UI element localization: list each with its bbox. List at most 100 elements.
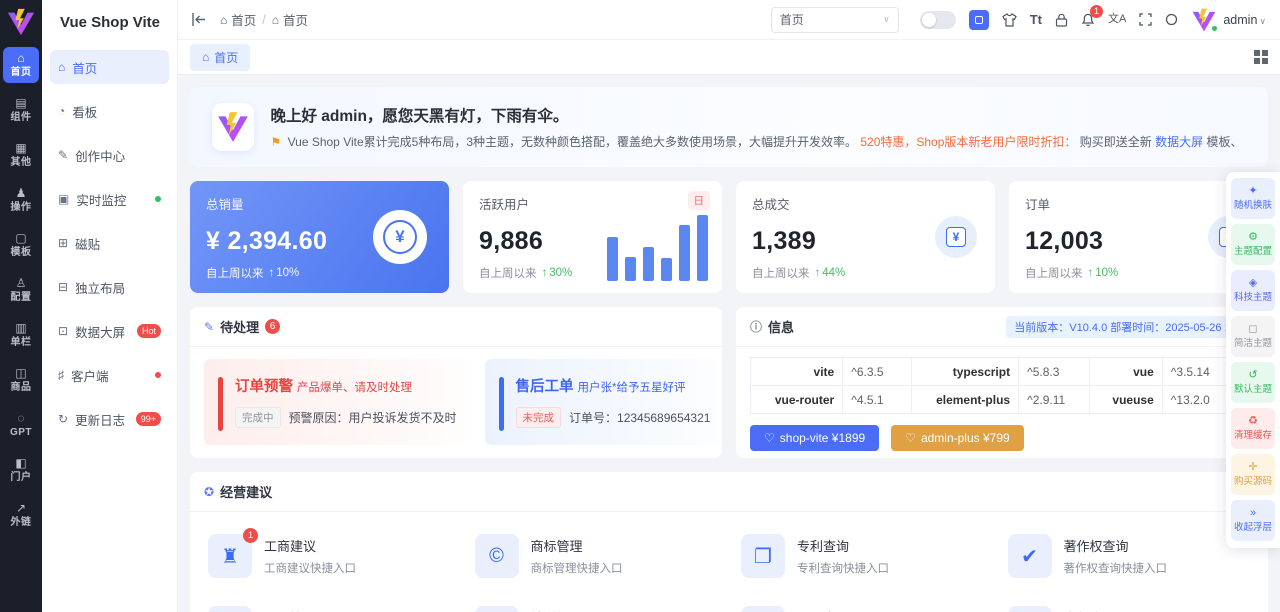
sidebar-item-client[interactable]: ♯ 客户端 [50,358,169,392]
simple-theme-button[interactable]: ◻ 简洁主题 [1231,316,1275,357]
suggestion-tax-reminder[interactable]: ❑ 纳税提醒纳税提醒快捷入口 [463,592,730,612]
rail-item-others[interactable]: ▦ 其他 [3,137,39,173]
sidebar-item-data-screen[interactable]: ⊡ 数据大屏 Hot [50,314,169,348]
buy-admin-plus-button[interactable]: ♡ admin-plus ¥799 [891,425,1024,451]
stat-card-total-sales[interactable]: 总销量 ¥ 2,394.60 自上周以来 ↑10% ¥ [190,181,449,293]
rail-item-portal[interactable]: ◧ 门户 [3,452,39,488]
tech-theme-button[interactable]: ◈ 科技主题 [1231,270,1275,311]
status-tag: 未完成 [516,407,562,428]
alert-color-bar [218,377,223,431]
green-dot-badge [155,196,161,202]
main-content: 晚上好 admin，愿您天黑有灯，下雨有伞。 ⚑ Vue Shop Vite累计… [178,75,1280,612]
rail-item-goods[interactable]: ◫ 商品 [3,362,39,398]
sidebar-item-tiles[interactable]: ⊞ 磁贴 [50,226,169,260]
dependency-table: vite ^6.3.5 typescript ^5.8.3 vue ^3.5.1… [750,357,1268,414]
sidebar-item-kanban[interactable]: ◔ 看板 [50,94,169,128]
info-icon: ⓘ [750,318,762,335]
suggestion-copyright-search[interactable]: ✔ 著作权查询著作权查询快捷入口 [996,520,1263,592]
chevron-down-icon: ∨ [1259,16,1266,26]
window-icon: ❐ [741,534,785,578]
fullscreen-icon[interactable] [1139,13,1152,26]
suggestion-patent-search[interactable]: ❐ 专利查询专利查询快捷入口 [729,520,996,592]
stat-card-active-users[interactable]: 活跃用户 日 9,886 自上周以来 ↑30% [463,181,722,293]
alert-color-bar [499,377,504,431]
alert-aftersale-ticket[interactable]: 售后工单用户张*给予五星好评 未完成 订单号：12345689654321 [485,359,722,445]
font-size-icon[interactable]: Tt [1030,13,1042,26]
theme-config-button[interactable]: ⚙ 主题配置 [1231,224,1275,265]
rail-item-components[interactable]: ▤ 组件 [3,92,39,128]
rail-item-actions[interactable]: ♟ 操作 [3,182,39,218]
rail-item-single-column[interactable]: ▥ 单栏 [3,317,39,353]
rail-item-home[interactable]: ⌂ 首页 [3,47,39,83]
translate-icon[interactable]: 文A [1108,14,1126,25]
sidebar-item-creation-center[interactable]: ✎ 创作中心 [50,138,169,172]
sidebar-item-realtime-monitor[interactable]: ▣ 实时监控 [50,182,169,216]
rail-item-config[interactable]: ♙ 配置 [3,272,39,308]
yuan-square-icon: ¥ [935,216,977,258]
clear-cache-button[interactable]: ♻ 清理缓存 [1231,408,1275,449]
breadcrumb-home[interactable]: ⌂ 首页 [220,10,256,29]
layout-icon: ⊟ [58,280,68,294]
config-icon: ♙ [16,277,27,290]
breadcrumb-current[interactable]: ⌂ 首页 [272,10,308,29]
single-column-icon: ▥ [15,322,26,335]
status-tag: 完成中 [235,407,281,428]
alert-order-warning[interactable]: 订单预警产品爆单、请及时处理 完成中 预警原因：用户投诉发货不及时 [204,359,471,445]
buy-source-button[interactable]: ✛ 购买源码 [1231,454,1275,495]
refresh-icon[interactable] [1165,13,1178,26]
home-icon: ⌂ [17,52,24,65]
color-check-icon [975,16,983,24]
external-link-icon: ↗ [16,502,26,515]
sidebar-item-home[interactable]: ⌂ 首页 [50,50,169,84]
version-badge: 当前版本：V10.4.0 部署时间：2025-05-26 16:2 [1006,316,1254,338]
buy-shop-vite-button[interactable]: ♡ shop-vite ¥1899 [750,425,879,451]
sidebar-collapse-button[interactable] [192,13,206,26]
user-menu[interactable]: admin∨ [1191,7,1266,33]
theme-color-swatch[interactable] [969,10,989,30]
data-screen-link[interactable]: 数据大屏 [1155,135,1203,149]
lock-icon[interactable] [1055,13,1068,27]
random-skin-button[interactable]: ✦ 随机换肤 [1231,178,1275,219]
changelog-icon: ↻ [58,412,68,426]
suggestion-violation-search[interactable]: ☹ 违规查询违规查询快捷入口 [729,592,996,612]
chat-icon: ❑ [475,606,519,612]
stat-card-total-deals[interactable]: 总成交 1,389 自上周以来 ↑44% ¥ [736,181,995,293]
notification-bell-icon[interactable]: 1 [1081,12,1095,27]
collapse-panel-button[interactable]: » 收起浮层 [1231,500,1275,541]
portal-icon: ◧ [15,457,26,470]
rail-item-external-link[interactable]: ↗ 外链 [3,497,39,533]
party-flag-icon: ⚑ [270,135,281,149]
sidebar-menu: ⌂ 首页 ◔ 看板 ✎ 创作中心 ▣ 实时监控 ⊞ 磁贴 ⊟ 独立 [42,44,177,452]
menu-search-select[interactable]: 首页 ∨ [771,7,899,33]
diamond-icon: ◈ [208,606,252,612]
sidebar-item-standalone-layout[interactable]: ⊟ 独立布局 [50,270,169,304]
hot-badge: Hot [137,324,161,338]
sad-face-icon: ☹ [741,606,785,612]
suggestion-all-apps[interactable]: ∷ 全部应用全部应用快捷入口 [996,592,1263,612]
dark-mode-toggle[interactable] [920,11,956,29]
gpt-icon: ◌ [17,412,24,425]
apps-grid-icon: ∷ [1008,606,1052,612]
sidebar: Vue Shop Vite ⌂ 首页 ◔ 看板 ✎ 创作中心 ▣ 实时监控 ⊞ … [42,0,178,612]
rail-item-templates[interactable]: ▢ 模板 [3,227,39,263]
suggestion-license-management[interactable]: ◈ 证照管理证照管理快捷入口 [196,592,463,612]
suggestion-business-advice[interactable]: ♜1 工商建议工商建议快捷入口 [196,520,463,592]
icon-rail: ⌂ 首页 ▤ 组件 ▦ 其他 ♟ 操作 ▢ 模板 ♙ 配置 ▥ 单栏 ◫ 商品 [0,0,42,612]
skin-icon[interactable] [1002,13,1017,27]
tab-home[interactable]: ⌂ 首页 [190,44,250,71]
tiles-icon: ⊞ [58,236,68,250]
suggestions-card: ✪ 经营建议 ♜1 工商建议工商建议快捷入口 © 商标管理商标管理快捷入口 ❐ … [190,472,1268,612]
rail-item-gpt[interactable]: ◌ GPT [3,407,39,443]
welcome-title: 晚上好 admin，愿您天黑有灯，下雨有伞。 [270,104,1246,126]
others-icon: ▦ [15,142,26,155]
default-theme-button[interactable]: ↺ 默认主题 [1231,362,1275,403]
yuan-coin-icon: ¥ [373,210,427,264]
arrow-up-icon: ↑ [542,267,548,279]
bank-icon: ♜1 [208,534,252,578]
tab-options-grid-icon[interactable] [1254,50,1268,64]
top-header: ⌂ 首页 / ⌂ 首页 首页 ∨ Tt [178,0,1280,40]
sidebar-item-changelog[interactable]: ↻ 更新日志 99+ [50,402,169,436]
suggestion-trademark[interactable]: © 商标管理商标管理快捷入口 [463,520,730,592]
undo-icon: ↺ [1248,369,1257,382]
heart-icon: ♡ [764,431,775,445]
